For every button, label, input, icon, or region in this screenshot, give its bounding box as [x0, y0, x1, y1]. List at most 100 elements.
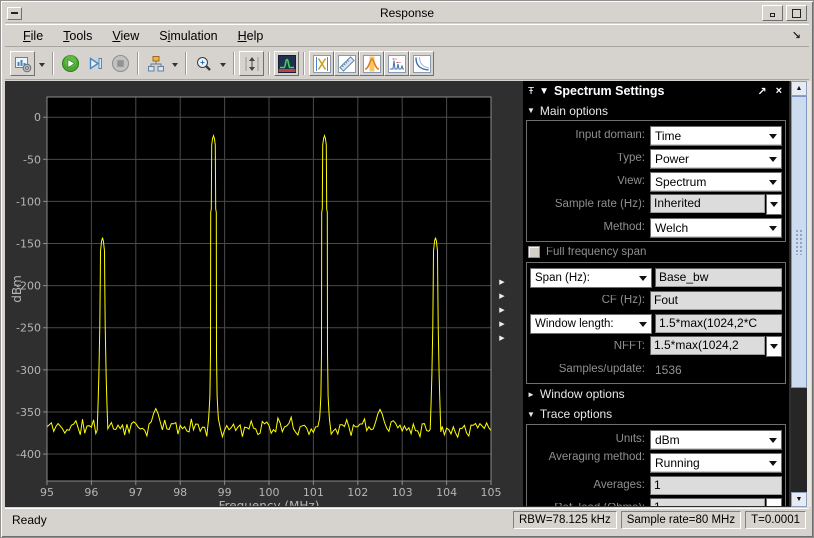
row-nfft: NFFT: 1.5*max(1024,2 — [530, 335, 782, 358]
status-ready: Ready — [12, 513, 47, 527]
distortion-measurements-button[interactable] — [384, 51, 409, 76]
svg-text:-150: -150 — [16, 238, 41, 251]
splitter-arrow-icon: ▶ — [499, 319, 504, 330]
svg-text:-400: -400 — [16, 448, 41, 461]
cf-input[interactable]: Fout — [650, 291, 782, 310]
simulink-model-dropdown[interactable] — [168, 51, 181, 76]
peak-finder-button[interactable] — [359, 51, 384, 76]
scrollbar-track[interactable] — [791, 388, 807, 492]
svg-text:-250: -250 — [16, 322, 41, 335]
zoom-dropdown[interactable] — [216, 51, 229, 76]
chevron-down-icon — [769, 438, 777, 447]
ref-load-input[interactable]: 1 — [650, 498, 765, 506]
chevron-down-icon — [769, 226, 777, 235]
chevron-down-icon — [770, 344, 778, 353]
svg-text:-300: -300 — [16, 364, 41, 377]
sample-rate-input[interactable]: Inherited — [650, 194, 765, 213]
fit-to-view-button[interactable] — [239, 51, 264, 76]
section-main-options[interactable]: ▼ Main options — [523, 101, 789, 120]
splitter-arrow-icon: ▶ — [499, 305, 504, 316]
status-time: T=0.0001 — [745, 511, 806, 529]
zoom-button[interactable] — [191, 51, 216, 76]
signal-statistics-button[interactable] — [334, 51, 359, 76]
cursor-measurements-button[interactable] — [309, 51, 334, 76]
chevron-down-icon — [39, 63, 45, 70]
full-frequency-span-checkbox[interactable] — [528, 246, 540, 258]
svg-text:98: 98 — [173, 486, 187, 499]
simulink-model-button[interactable] — [143, 51, 168, 76]
toolbar-separator — [233, 52, 235, 75]
toolbar-separator — [185, 52, 187, 75]
ccdf-measurements-button[interactable] — [409, 51, 434, 76]
titlebar[interactable]: Response — [5, 4, 809, 23]
simulink-model-icon — [147, 55, 165, 73]
pin-icon[interactable]: Ŧ — [528, 86, 534, 97]
maximize-button[interactable] — [786, 5, 807, 21]
method-select[interactable]: Welch — [650, 218, 782, 238]
toolbar-separator — [137, 52, 139, 75]
scroll-down-button[interactable]: ▼ — [791, 492, 807, 507]
close-icon[interactable]: × — [774, 85, 784, 97]
menu-tools[interactable]: Tools — [53, 26, 102, 46]
type-select[interactable]: Power — [650, 149, 782, 169]
run-button[interactable] — [58, 51, 83, 76]
section-window-options[interactable]: ► Window options — [523, 384, 789, 404]
row-span: Span (Hz): Base_bw — [530, 266, 782, 289]
undock-icon[interactable]: ↗ — [755, 85, 768, 98]
scope-settings-dropdown[interactable] — [35, 51, 48, 76]
svg-text:100: 100 — [259, 486, 280, 499]
sample-rate-dropdown[interactable] — [766, 194, 782, 215]
chevron-down-icon — [770, 202, 778, 211]
settings-scrollbar[interactable]: ▲ ▼ — [791, 81, 807, 507]
chevron-down-icon: ▼ — [527, 106, 535, 115]
units-select[interactable]: dBm — [650, 430, 782, 450]
row-cf: CF (Hz): Fout — [530, 289, 782, 312]
view-select[interactable]: Spectrum — [650, 172, 782, 192]
row-full-frequency-span: Full frequency span — [523, 242, 789, 262]
minimize-icon — [770, 13, 775, 17]
scroll-up-button[interactable]: ▲ — [791, 81, 807, 96]
splitter-arrow-icon: ▶ — [499, 291, 504, 302]
response-window: Response File Tools View Simulation Help… — [0, 0, 814, 538]
window-length-input[interactable]: 1.5*max(1024,2*C — [655, 314, 782, 333]
run-icon — [61, 54, 80, 73]
dock-icon[interactable]: ↘ — [792, 29, 801, 42]
svg-text:104: 104 — [436, 486, 457, 499]
menu-simulation[interactable]: Simulation — [149, 26, 227, 46]
spectrum-plot-panel: 95969798991001011021031041050-50-100-150… — [9, 81, 521, 506]
scrollbar-thumb[interactable] — [791, 96, 807, 388]
collapse-panel-icon[interactable]: ▼ — [539, 86, 549, 97]
window-length-mode-select[interactable]: Window length: — [530, 314, 652, 334]
averages-input[interactable]: 1 — [650, 476, 782, 495]
minimize-button[interactable] — [762, 5, 783, 21]
ref-load-dropdown[interactable] — [766, 498, 782, 506]
spectrum-settings-panel: Ŧ ▼ Spectrum Settings ↗ × ▼ Main options… — [523, 81, 789, 506]
splitter-arrow-icon: ▶ — [499, 333, 504, 344]
maximize-icon — [792, 9, 801, 18]
panel-edge-strip — [807, 81, 811, 507]
stop-button[interactable] — [108, 51, 133, 76]
spectrum-analyzer-button[interactable] — [274, 51, 299, 76]
step-forward-button[interactable] — [83, 51, 108, 76]
row-sample-rate: Sample rate (Hz): Inherited — [530, 193, 782, 216]
row-input-domain: Input domain: Time — [530, 124, 782, 147]
scope-settings-button[interactable] — [10, 51, 35, 76]
spectrum-plot: 95969798991001011021031041050-50-100-150… — [9, 81, 521, 506]
menu-view[interactable]: View — [102, 26, 149, 46]
settings-panel-splitter[interactable]: ▶ ▶ ▶ ▶ ▶ — [496, 277, 508, 353]
span-mode-select[interactable]: Span (Hz): — [530, 268, 652, 288]
span-input[interactable]: Base_bw — [655, 268, 782, 287]
status-bar: Ready RBW=78.125 kHz Sample rate=80 MHz … — [5, 508, 809, 531]
section-trace-options[interactable]: ▼ Trace options — [523, 404, 789, 424]
chevron-down-icon — [769, 461, 777, 470]
input-domain-select[interactable]: Time — [650, 126, 782, 146]
ccdf-measurements-icon — [413, 55, 431, 73]
scope-settings-icon — [14, 55, 32, 73]
menu-help[interactable]: Help — [228, 26, 274, 46]
main-options-group: Input domain: Time Type: Power View: Spe… — [526, 120, 786, 242]
menu-file[interactable]: File — [13, 26, 53, 46]
averaging-method-select[interactable]: Running — [650, 453, 782, 473]
spectrum-analyzer-icon — [278, 55, 296, 73]
nfft-input[interactable]: 1.5*max(1024,2 — [650, 336, 765, 355]
nfft-dropdown[interactable] — [766, 336, 782, 357]
